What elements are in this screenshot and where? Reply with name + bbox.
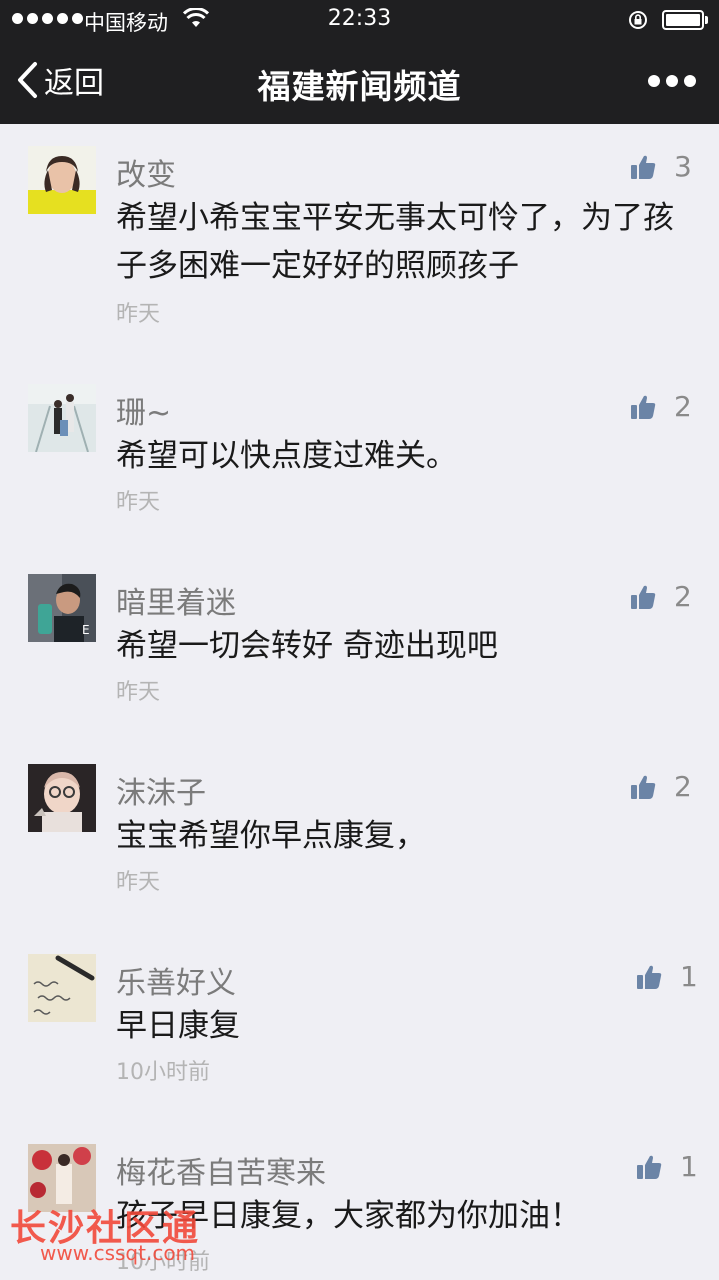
thumbs-up-icon xyxy=(631,775,656,799)
thumbs-up-icon xyxy=(631,155,656,179)
like-button[interactable]: 2 xyxy=(630,770,692,803)
nav-bar: 返回 福建新闻频道 xyxy=(0,40,719,124)
page-title: 福建新闻频道 xyxy=(257,67,462,106)
like-count: 1 xyxy=(680,1150,698,1183)
thumbs-up-icon xyxy=(637,1155,662,1179)
comment-time: 10小时前 xyxy=(116,1060,210,1085)
comment-time: 昨天 xyxy=(116,302,161,327)
like-button[interactable]: 2 xyxy=(630,580,692,613)
comment-author: 梅花香自苦寒来 xyxy=(116,1156,326,1191)
top-bar: 中国移动 22:33 返回 福建新闻频道 xyxy=(0,0,719,124)
comment-time: 昨天 xyxy=(116,870,161,895)
thumbs-up-icon xyxy=(637,965,662,989)
avatar[interactable] xyxy=(28,146,96,214)
comment-item: 沫沫子 宝宝希望你早点康复， 昨天 2 xyxy=(0,764,719,904)
like-count: 2 xyxy=(674,390,692,423)
battery-tip xyxy=(705,16,708,24)
avatar[interactable] xyxy=(28,384,96,452)
like-count: 1 xyxy=(680,960,698,993)
rotation-lock-icon xyxy=(629,11,647,29)
comment-item: E 暗里着迷 希望一切会转好 奇迹出现吧 昨天 2 xyxy=(0,574,719,714)
like-count: 2 xyxy=(674,580,692,613)
comment-item: 珊~ 希望可以快点度过难关。 昨天 2 xyxy=(0,384,719,524)
comment-time: 昨天 xyxy=(116,680,161,705)
like-button[interactable]: 1 xyxy=(636,960,698,993)
comment-text: 希望可以快点度过难关。 xyxy=(116,438,457,474)
avatar[interactable] xyxy=(28,954,96,1022)
like-button[interactable]: 2 xyxy=(630,390,692,423)
comment-text: 宝宝希望你早点康复， xyxy=(116,818,426,854)
comment-author: 乐善好义 xyxy=(116,966,236,1001)
like-count: 3 xyxy=(674,150,692,183)
comment-text: 早日康复 xyxy=(116,1008,240,1044)
status-bar: 中国移动 22:33 xyxy=(0,0,719,40)
like-button[interactable]: 1 xyxy=(636,1150,698,1183)
like-count: 2 xyxy=(674,770,692,803)
battery-icon xyxy=(662,10,704,30)
watermark: 长沙社区通 www.cssqt.com xyxy=(10,1195,240,1275)
status-time: 22:33 xyxy=(327,6,392,31)
like-button[interactable]: 3 xyxy=(630,150,692,183)
more-dots-icon[interactable] xyxy=(648,68,696,94)
comment-author: 珊~ xyxy=(116,396,172,431)
comment-item: 乐善好义 早日康复 10小时前 1 xyxy=(0,954,719,1094)
thumbs-up-icon xyxy=(631,395,656,419)
comment-author: 暗里着迷 xyxy=(116,586,236,621)
avatar[interactable]: E xyxy=(28,574,96,642)
comment-author: 改变 xyxy=(116,158,176,193)
watermark-url: www.cssqt.com xyxy=(40,1241,196,1265)
comment-author: 沫沫子 xyxy=(116,776,206,811)
comment-text: 希望小希宝宝平安无事太可怜了，为了孩子多困难一定好好的照顾孩子 xyxy=(116,200,674,284)
comment-time: 昨天 xyxy=(116,490,161,515)
avatar[interactable] xyxy=(28,764,96,832)
comment-text: 希望一切会转好 奇迹出现吧 xyxy=(116,628,498,664)
comment-list: 改变 希望小希宝宝平安无事太可怜了，为了孩子多困难一定好好的照顾孩子 昨天 3 xyxy=(0,124,719,1280)
comment-item: 改变 希望小希宝宝平安无事太可怜了，为了孩子多困难一定好好的照顾孩子 昨天 3 xyxy=(0,146,719,346)
thumbs-up-icon xyxy=(631,585,656,609)
svg-text:E: E xyxy=(82,623,90,637)
